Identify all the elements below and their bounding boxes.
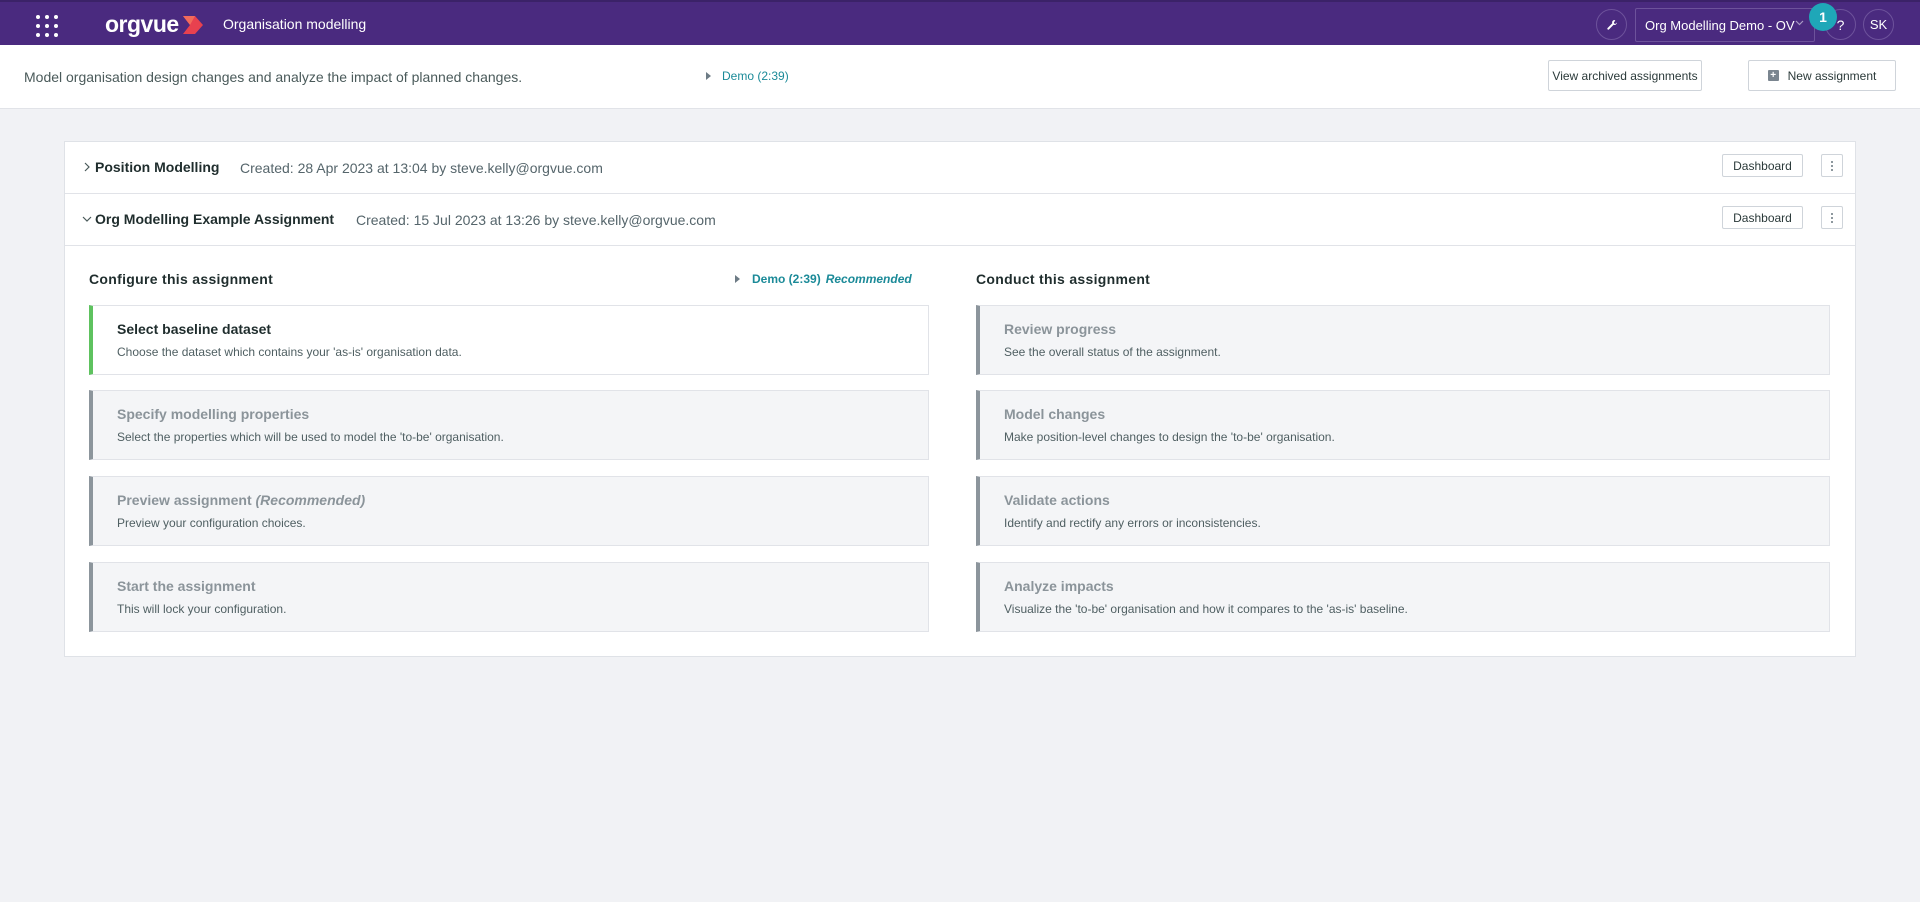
step-description: Make position-level changes to design th… <box>1004 430 1335 444</box>
step-title: Review progress <box>1004 321 1117 337</box>
assignment-title[interactable]: Position Modelling <box>95 159 219 175</box>
step-start-assignment[interactable]: Start the assignment This will lock your… <box>89 562 929 632</box>
step-preview-assignment[interactable]: Preview assignment (Recommended) Preview… <box>89 476 929 546</box>
step-title: Validate actions <box>1004 492 1110 508</box>
assignment-title[interactable]: Org Modelling Example Assignment <box>95 211 334 227</box>
assignment-row[interactable]: Position Modelling Created: 28 Apr 2023 … <box>65 142 1855 194</box>
step-select-baseline-dataset[interactable]: Select baseline dataset Choose the datas… <box>89 305 929 375</box>
orgvue-logo[interactable]: orgvue <box>105 10 205 38</box>
new-assignment-button[interactable]: + New assignment <box>1748 60 1896 91</box>
step-title: Select baseline dataset <box>117 321 272 337</box>
demo-recommended: Recommended <box>825 272 912 286</box>
dashboard-button[interactable]: Dashboard <box>1722 206 1803 229</box>
play-icon <box>735 275 740 283</box>
configure-heading: Configure this assignment <box>89 271 274 287</box>
assignment-created-meta: Created: 15 Jul 2023 at 13:26 by steve.k… <box>356 212 716 228</box>
step-title: Analyze impacts <box>1004 578 1114 594</box>
user-avatar[interactable]: SK <box>1863 9 1894 40</box>
logo-text: orgvue <box>105 10 179 37</box>
step-title-suffix: (Recommended) <box>255 492 366 508</box>
step-title-text: Preview assignment <box>117 492 252 508</box>
demo-video-link[interactable]: Demo (2:39) <box>706 69 789 83</box>
step-description: Visualize the 'to-be' organisation and h… <box>1004 602 1408 616</box>
assignment-row[interactable]: Org Modelling Example Assignment Created… <box>65 194 1855 246</box>
step-title: Preview assignment (Recommended) <box>117 492 365 508</box>
step-description: Choose the dataset which contains your '… <box>117 345 462 359</box>
more-options-icon[interactable] <box>1821 206 1843 229</box>
chevron-down-icon[interactable] <box>81 212 93 226</box>
step-analyze-impacts[interactable]: Analyze impacts Visualize the 'to-be' or… <box>976 562 1830 632</box>
top-navigation-bar: orgvue Organisation modelling Org Modell… <box>0 0 1920 45</box>
step-title: Start the assignment <box>117 578 256 594</box>
assignment-created-meta: Created: 28 Apr 2023 at 13:04 by steve.k… <box>240 160 603 176</box>
workspace-name: Org Modelling Demo - OV <box>1645 17 1795 33</box>
more-options-icon[interactable] <box>1821 154 1843 177</box>
app-title: Organisation modelling <box>223 16 367 32</box>
step-review-progress[interactable]: Review progress See the overall status o… <box>976 305 1830 375</box>
wrench-icon <box>1606 19 1617 30</box>
admin-tools-button[interactable] <box>1596 9 1627 40</box>
configure-demo-link[interactable]: Demo (2:39) Recommended <box>735 272 912 286</box>
page-description: Model organisation design changes and an… <box>24 69 523 85</box>
step-description: Select the properties which will be used… <box>117 430 504 444</box>
page-header: Model organisation design changes and an… <box>0 45 1920 109</box>
step-model-changes[interactable]: Model changes Make position-level change… <box>976 390 1830 460</box>
step-description: This will lock your configuration. <box>117 602 287 616</box>
step-validate-actions[interactable]: Validate actions Identify and rectify an… <box>976 476 1830 546</box>
add-icon: + <box>1767 70 1779 81</box>
notification-badge[interactable]: 1 <box>1809 3 1837 31</box>
step-title: Specify modelling properties <box>117 406 310 422</box>
app-launcher-grid-icon[interactable] <box>35 14 59 38</box>
conduct-heading: Conduct this assignment <box>976 271 1151 287</box>
demo-time: Demo (2:39) <box>752 272 821 286</box>
new-assignment-label: New assignment <box>1787 68 1877 83</box>
play-icon <box>706 72 711 80</box>
workspace-selector[interactable]: Org Modelling Demo - OV <box>1635 8 1815 42</box>
step-description: Preview your configuration choices. <box>117 516 306 530</box>
step-description: Identify and rectify any errors or incon… <box>1004 516 1261 530</box>
chevron-down-icon <box>1795 20 1804 26</box>
step-title: Model changes <box>1004 406 1106 422</box>
step-description: See the overall status of the assignment… <box>1004 345 1221 359</box>
chevron-right-icon[interactable] <box>81 160 93 174</box>
step-specify-modelling-properties[interactable]: Specify modelling properties Select the … <box>89 390 929 460</box>
demo-video-label: Demo (2:39) <box>722 69 789 83</box>
view-archived-assignments-button[interactable]: View archived assignments <box>1548 60 1702 91</box>
logo-mark-icon <box>182 15 203 34</box>
dashboard-button[interactable]: Dashboard <box>1722 154 1803 177</box>
